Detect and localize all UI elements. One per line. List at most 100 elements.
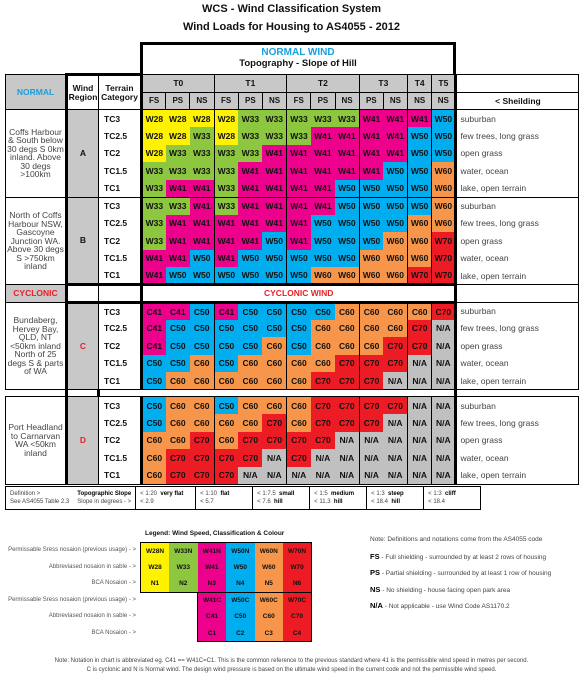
wind-class-cell: W33 — [189, 127, 215, 145]
wind-class-cell: C60 — [359, 319, 384, 337]
wind-class-cell: C50 — [165, 354, 190, 372]
wind-class-cell: N/A — [335, 431, 360, 449]
wind-class-cell: W33 — [335, 109, 360, 127]
legend-swatch-w28: W28N — [140, 542, 169, 559]
wind-class-cell: C50 — [165, 337, 190, 355]
legend-swatch-w33: W33N — [169, 542, 198, 559]
legend-swatch-w33: N2 — [169, 575, 198, 593]
legend-swatch-w50: N4 — [226, 575, 255, 593]
wind-class-cell: W41 — [189, 196, 215, 215]
wind-class-cell: C60 — [189, 396, 215, 414]
wind-class-cell: W60 — [407, 232, 433, 250]
legend-row-label: Abbreviased nosaion in sable - > — [48, 563, 136, 570]
wind-class-cell: C60 — [165, 431, 190, 449]
wind-class-cell: W41 — [141, 249, 166, 267]
wind-class-cell: W41 — [189, 179, 215, 198]
wind-class-cell: W70 — [431, 267, 458, 285]
wind-class-cell: W33 — [165, 144, 190, 162]
legend-swatch-w60: W60N — [254, 542, 283, 559]
wind-class-cell: W50 — [262, 267, 288, 285]
wind-class-cell: C60 — [359, 301, 384, 320]
wind-class-cell: W41 — [359, 144, 384, 162]
wind-class-cell: C60 — [141, 449, 166, 467]
terrain-description: lake, open terrain — [455, 372, 580, 390]
terrain-category: TC2 — [98, 337, 143, 355]
slope-item: < 1:5 medium < 11.3 hill — [309, 486, 368, 510]
wind-class-cell: C60 — [407, 301, 433, 320]
wind-class-cell: N/A — [407, 466, 433, 485]
wind-class-cell: C60 — [141, 431, 166, 449]
shielding-header-ps: PS — [165, 91, 191, 110]
terrain-category: TC1.5 — [98, 162, 143, 180]
shielding-header-ns: NS — [407, 91, 433, 110]
wind-class-cell: W41 — [262, 179, 288, 198]
wind-class-cell: W50 — [335, 179, 360, 198]
cyclonic-wind-title: CYCLONIC WIND — [140, 283, 458, 304]
wind-class-cell: W41 — [359, 127, 384, 145]
wind-class-cell: W33 — [214, 162, 239, 180]
terrain-category: TC1.5 — [98, 249, 143, 267]
legend-swatch-c50: C2 — [226, 625, 255, 642]
terrain-description: water, ocean — [455, 354, 580, 372]
wind-class-cell: W60 — [431, 162, 458, 180]
wind-class-cell: W60 — [359, 249, 384, 267]
wind-class-cell: C70 — [310, 396, 335, 414]
wind-class-cell: C60 — [214, 414, 239, 432]
legend-swatch-c50: W50C — [226, 591, 255, 609]
terrain-description: suburban — [455, 396, 580, 414]
wind-class-cell: N/A — [407, 449, 433, 467]
wind-class-cell: C41 — [214, 301, 239, 320]
cyclonic-banner-row: CYCLONIC CYCLONIC WIND — [5, 283, 580, 304]
terrain-category: TC2 — [98, 431, 143, 449]
wind-class-cell: N/A — [407, 354, 433, 372]
wind-class-cell: C60 — [165, 372, 190, 390]
normal-wind-title: NORMAL WIND — [261, 47, 335, 58]
wind-class-cell: W28 — [141, 109, 166, 127]
legend-swatch-c41: C1 — [197, 625, 226, 642]
wind-class-cell: W41 — [310, 162, 335, 180]
slope-definition-table: Definition > See AS4055 Table 2.3 Topogr… — [5, 486, 482, 510]
wind-class-cell: N/A — [335, 449, 360, 467]
terrain-category: TC2.5 — [98, 319, 143, 337]
wind-class-cell: W41 — [359, 109, 384, 127]
wind-class-cell: C70 — [189, 449, 215, 467]
wind-class-cell: N/A — [431, 431, 458, 449]
slope-item: < 1:20 very flat < 2.9 — [135, 486, 197, 510]
wind-class-cell: W50 — [335, 196, 360, 215]
wind-class-cell: C70 — [335, 396, 360, 414]
terrain-description: suburban — [455, 109, 580, 127]
wind-class-cell: W41 — [238, 179, 263, 198]
wind-class-cell: C50 — [165, 319, 190, 337]
legend-swatch-w33: W33 — [169, 559, 198, 576]
wind-class-cell: C70 — [383, 354, 409, 372]
terrain-description: open grass — [455, 337, 580, 355]
wind-class-cell: C41 — [141, 319, 166, 337]
wind-class-cell: C60 — [286, 354, 311, 372]
wind-class-cell: W41 — [262, 162, 288, 180]
wind-class-cell: W60 — [431, 196, 458, 215]
slope-item: < 1:3 steep < 18.4 hill — [366, 486, 425, 510]
wind-class-cell: C60 — [286, 372, 311, 390]
wind-class-cell: W50 — [431, 127, 458, 145]
wind-class-cell: W33 — [141, 196, 166, 215]
wind-class-cell: C50 — [262, 301, 288, 320]
wind-class-cell: W50 — [431, 144, 458, 162]
wind-region-b: B — [65, 196, 99, 285]
legend-swatch-c70: C4 — [283, 625, 312, 642]
wind-class-cell: C70 — [407, 337, 433, 355]
wind-class-cell: N/A — [310, 449, 335, 467]
wind-class-cell: C70 — [286, 449, 311, 467]
wind-class-cell: C60 — [189, 372, 215, 390]
wind-class-cell: W41 — [286, 162, 311, 180]
terrain-category: TC1.5 — [98, 449, 143, 467]
wind-class-cell: W41 — [286, 144, 311, 162]
wind-class-cell: W50 — [359, 232, 384, 250]
wind-class-cell: N/A — [407, 414, 433, 432]
wind-class-cell: W41 — [189, 232, 215, 250]
wind-class-cell: W41 — [310, 196, 335, 215]
wind-class-cell: C60 — [286, 414, 311, 432]
note-key: FS — [370, 551, 380, 561]
legend-swatch-c70: C70 — [283, 608, 312, 625]
wind-class-cell: C50 — [238, 319, 263, 337]
wind-class-cell: W50 — [383, 179, 409, 198]
